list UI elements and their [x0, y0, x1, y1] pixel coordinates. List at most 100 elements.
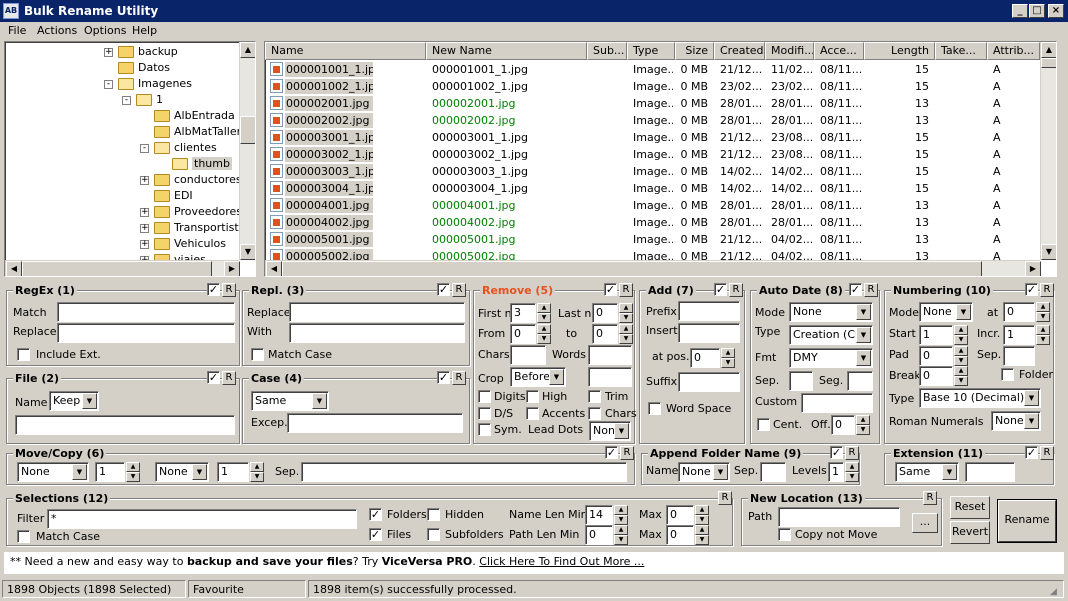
name-len-max-spinner[interactable]: ▲ ▼ — [695, 505, 709, 525]
last-n-spinner[interactable]: ▲ ▼ — [619, 303, 633, 323]
expand-icon[interactable]: + — [140, 240, 149, 249]
file-reset-button[interactable]: R — [222, 371, 236, 385]
minimize-button[interactable]: _ — [1012, 4, 1028, 18]
autodate-enable-checkbox[interactable]: ✓ — [849, 283, 862, 296]
off-spinner[interactable]: ▲ ▼ — [856, 415, 870, 435]
tree-node[interactable]: AlbEntrada — [154, 108, 235, 124]
column-header[interactable]: Modifi... — [765, 42, 814, 60]
replace-input[interactable] — [289, 302, 465, 322]
collapse-icon[interactable]: - — [104, 80, 113, 89]
numbering-break-input[interactable]: 0 — [919, 366, 953, 386]
file-row[interactable]: 000004002.jpg 000004002.jpg Image... 0 MB 28… — [265, 214, 1045, 231]
list-scroll-thumb[interactable] — [1041, 58, 1056, 68]
numbering-at-spinner[interactable]: ▲ ▼ — [1036, 302, 1050, 322]
autodate-reset-button[interactable]: R — [864, 283, 878, 297]
word-space-checkbox[interactable] — [648, 402, 661, 415]
column-header[interactable]: Attrib... — [987, 42, 1040, 60]
newlocation-reset-button[interactable]: R — [923, 491, 937, 505]
cent-checkbox[interactable] — [757, 418, 770, 431]
file-row[interactable]: 000005001.jpg 000005001.jpg Image... 0 MB 21… — [265, 231, 1045, 248]
reset-button[interactable]: Reset — [950, 496, 990, 519]
numbering-enable-checkbox[interactable]: ✓ — [1025, 283, 1038, 296]
replace-reset-button[interactable]: R — [452, 283, 466, 297]
scroll-up-arrow-icon[interactable]: ▲ — [1041, 42, 1056, 58]
remove-reset-button[interactable]: R — [619, 283, 633, 297]
autodate-mode-dropdown[interactable]: None ▼ — [789, 302, 873, 322]
tree-node[interactable]: clientes — [154, 140, 217, 156]
autodate-custom-input[interactable] — [801, 393, 873, 413]
numbering-pad-spinner[interactable]: ▲ ▼ — [954, 346, 968, 366]
subfolders-checkbox[interactable] — [427, 528, 440, 541]
column-header[interactable]: Name — [265, 42, 426, 60]
path-len-max-spinner[interactable]: ▲ ▼ — [695, 525, 709, 545]
movecopy-enable-checkbox[interactable]: ✓ — [605, 446, 618, 459]
path-len-min-input[interactable]: 0 — [585, 525, 613, 545]
words-input[interactable] — [588, 345, 632, 365]
tree-node[interactable]: thumb — [172, 156, 232, 172]
regex-enable-checkbox[interactable]: ✓ — [207, 283, 220, 296]
insert-input[interactable] — [678, 323, 740, 343]
suffix-input[interactable] — [678, 372, 740, 392]
list-vertical-scrollbar[interactable]: ▲ ▼ — [1040, 42, 1056, 260]
list-hscroll-thumb[interactable] — [282, 261, 982, 276]
with-input[interactable] — [289, 323, 465, 343]
from-input[interactable]: 0 — [510, 324, 536, 344]
numbering-start-input[interactable]: 1 — [919, 325, 953, 345]
maximize-button[interactable]: □ — [1029, 4, 1045, 18]
tree-hscroll-thumb[interactable] — [22, 261, 212, 276]
movecopy-mode2-dropdown[interactable]: None ▼ — [155, 462, 209, 482]
extension-enable-checkbox[interactable]: ✓ — [1025, 446, 1038, 459]
movecopy-mode-dropdown[interactable]: None ▼ — [17, 462, 89, 482]
selections-reset-button[interactable]: R — [718, 491, 732, 505]
column-header[interactable]: New Name — [426, 42, 587, 60]
include-ext-checkbox[interactable] — [17, 348, 30, 361]
from-spinner[interactable]: ▲ ▼ — [537, 324, 551, 344]
tree-node[interactable]: backup — [118, 44, 178, 60]
appendfolder-name-dropdown[interactable]: None ▼ — [678, 462, 730, 482]
resize-grip-icon[interactable]: ◢ — [1050, 586, 1062, 598]
tree-node[interactable]: Transportista — [154, 220, 245, 236]
movecopy-count2-spinner[interactable]: ▲ ▼ — [250, 462, 264, 482]
numbering-pad-input[interactable]: 0 — [919, 346, 953, 366]
name-len-max-input[interactable]: 0 — [666, 505, 694, 525]
expand-icon[interactable]: + — [140, 224, 149, 233]
add-enable-checkbox[interactable]: ✓ — [714, 283, 727, 296]
autodate-type-dropdown[interactable]: Creation (Curr ▼ — [789, 325, 873, 345]
file-enable-checkbox[interactable]: ✓ — [207, 371, 220, 384]
at-pos-spinner[interactable]: ▲ ▼ — [721, 348, 735, 368]
case-enable-checkbox[interactable]: ✓ — [437, 371, 450, 384]
file-row[interactable]: 000001001_1.jpg 000001001_1.jpg Image... 0 … — [265, 61, 1045, 78]
extension-input[interactable] — [965, 462, 1015, 482]
autodate-sep-input[interactable] — [789, 371, 813, 391]
first-n-input[interactable]: 3 — [510, 303, 536, 323]
column-header[interactable]: Acce... — [814, 42, 864, 60]
path-len-max-input[interactable]: 0 — [666, 525, 694, 545]
case-excep-input[interactable] — [287, 413, 463, 433]
replace-enable-checkbox[interactable]: ✓ — [437, 283, 450, 296]
scroll-right-arrow-icon[interactable]: ▶ — [1025, 261, 1041, 276]
name-len-min-input[interactable]: 14 — [585, 505, 613, 525]
accents-checkbox[interactable] — [526, 407, 539, 420]
file-row[interactable]: 000002002.jpg 000002002.jpg Image... 0 MB 28… — [265, 112, 1045, 129]
scroll-up-arrow-icon[interactable]: ▲ — [240, 42, 255, 58]
replace-match-case-checkbox[interactable] — [251, 348, 264, 361]
case-dropdown[interactable]: Same ▼ — [251, 391, 329, 411]
column-header[interactable]: Sub... — [587, 42, 627, 60]
file-row[interactable]: 000004001.jpg 000004001.jpg Image... 0 MB 28… — [265, 197, 1045, 214]
chars-input[interactable] — [510, 345, 546, 365]
numbering-folder-checkbox[interactable] — [1001, 368, 1014, 381]
numbering-mode-dropdown[interactable]: None ▼ — [919, 302, 973, 322]
expand-icon[interactable]: + — [104, 48, 113, 57]
expand-icon[interactable]: + — [140, 208, 149, 217]
scroll-left-arrow-icon[interactable]: ◀ — [266, 261, 282, 276]
movecopy-count2-input[interactable]: 1 — [217, 462, 249, 482]
scroll-down-arrow-icon[interactable]: ▼ — [1041, 244, 1056, 260]
menu-file[interactable]: File — [8, 24, 26, 37]
hidden-checkbox[interactable] — [427, 508, 440, 521]
column-header[interactable]: Size — [675, 42, 714, 60]
at-pos-input[interactable]: 0 — [690, 348, 720, 368]
folders-checkbox[interactable]: ✓ — [369, 508, 382, 521]
file-row[interactable]: 000003003_1.jpg 000003003_1.jpg Image... 0 … — [265, 163, 1045, 180]
revert-button[interactable]: Revert — [950, 521, 990, 544]
ds-checkbox[interactable] — [478, 407, 491, 420]
